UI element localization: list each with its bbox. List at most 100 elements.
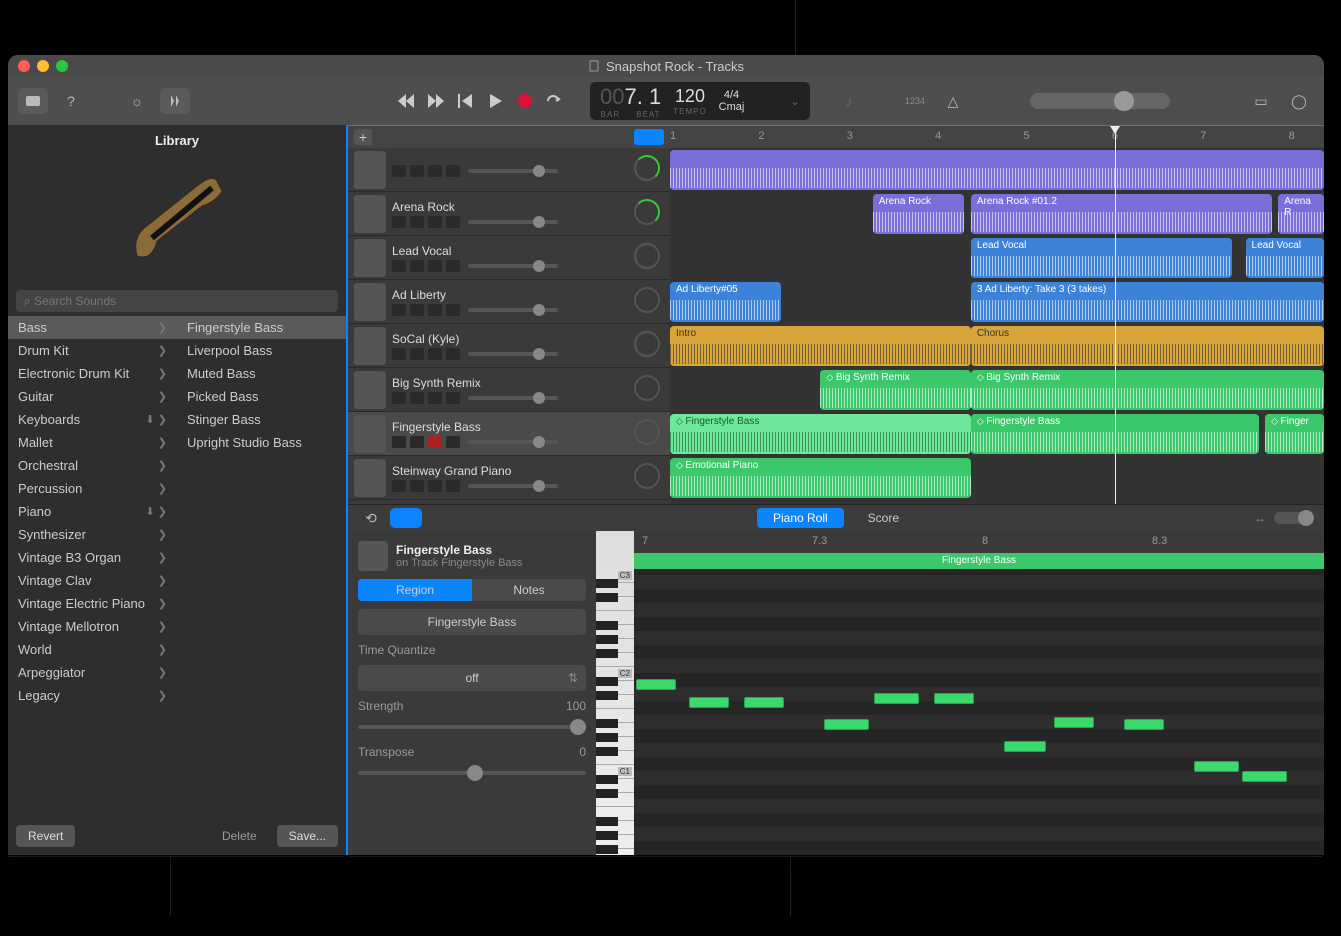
solo-button[interactable] [410,436,424,448]
horizontal-zoom-icon[interactable]: ↔ [1254,511,1266,525]
mute-button[interactable] [392,304,406,316]
mute-button[interactable] [392,348,406,360]
region[interactable]: Arena Rock [873,194,965,234]
midi-note[interactable] [1124,719,1164,730]
midi-note[interactable] [1004,741,1046,752]
library-category-vintage-clav[interactable]: Vintage Clav ❯ [8,569,177,592]
track-header-3[interactable]: Ad Liberty [348,280,670,324]
bar-ruler[interactable]: 12345678 [670,126,1324,148]
quick-help-button[interactable]: ? [56,88,86,114]
library-patch-stinger-bass[interactable]: Stinger Bass [177,408,346,431]
playhead[interactable] [1115,126,1116,504]
volume-slider[interactable] [468,484,558,488]
zoom-slider[interactable] [1274,512,1314,524]
pan-knob[interactable] [634,463,660,489]
midi-note[interactable] [689,697,729,708]
region[interactable]: ◇ Emotional Piano [670,458,971,498]
pan-knob[interactable] [634,155,660,181]
region[interactable]: ◇ Big Synth Remix [820,370,970,410]
record-button[interactable] [518,94,532,108]
volume-slider[interactable] [468,352,558,356]
library-category-arpeggiator[interactable]: Arpeggiator ❯ [8,661,177,684]
library-category-synthesizer[interactable]: Synthesizer ❯ [8,523,177,546]
library-patch-upright-studio-bass[interactable]: Upright Studio Bass [177,431,346,454]
input-monitor-button[interactable] [446,165,460,177]
region[interactable] [670,150,1324,190]
input-monitor-button[interactable] [446,304,460,316]
region[interactable]: ◇ Big Synth Remix [971,370,1324,410]
tab-score[interactable]: Score [852,508,915,528]
tuner-button[interactable]: ♪ [834,88,864,114]
volume-slider[interactable] [468,264,558,268]
record-enable-button[interactable] [428,436,442,448]
solo-button[interactable] [410,165,424,177]
solo-button[interactable] [410,304,424,316]
mute-button[interactable] [392,436,406,448]
record-enable-button[interactable] [428,260,442,272]
catch-button[interactable] [390,508,422,528]
midi-note[interactable] [824,719,869,730]
pan-knob[interactable] [634,199,660,225]
library-category-keyboards[interactable]: Keyboards⬇ ❯ [8,408,177,431]
track-header-5[interactable]: Big Synth Remix [348,368,670,412]
pan-knob[interactable] [634,419,660,445]
region[interactable]: Intro [670,326,971,366]
note-grid[interactable]: 77.388.3 Fingerstyle Bass [634,531,1324,855]
midi-note[interactable] [1054,717,1094,728]
piano-keyboard[interactable]: C3C2C1 [596,531,634,855]
revert-button[interactable]: Revert [16,825,75,847]
region[interactable]: ◇ Finger [1265,414,1324,454]
region[interactable]: Ad Liberty#05 [670,282,781,322]
region[interactable]: Lead Vocal [971,238,1233,278]
input-monitor-button[interactable] [446,480,460,492]
mute-button[interactable] [392,165,406,177]
mute-button[interactable] [392,480,406,492]
library-toggle-button[interactable] [18,88,48,114]
mute-button[interactable] [392,392,406,404]
quantize-select[interactable]: off⇅ [358,665,586,691]
library-category-drum-kit[interactable]: Drum Kit ❯ [8,339,177,362]
delete-button[interactable]: Delete [210,825,269,847]
count-in-button[interactable]: 1234 [900,88,930,114]
record-enable-button[interactable] [428,480,442,492]
volume-slider[interactable] [468,308,558,312]
catch-playhead-button[interactable] [634,129,664,145]
arrangement-timeline[interactable]: 12345678 Arena RockArena Rock #01.2Arena… [670,126,1324,504]
region[interactable]: 3 Ad Liberty: Take 3 (3 takes) [971,282,1324,322]
notepad-button[interactable]: ▭ [1246,88,1276,114]
library-category-piano[interactable]: Piano⬇ ❯ [8,500,177,523]
mute-button[interactable] [392,216,406,228]
track-header-2[interactable]: Lead Vocal [348,236,670,280]
midi-note[interactable] [934,693,974,704]
solo-button[interactable] [410,216,424,228]
record-enable-button[interactable] [428,304,442,316]
mute-button[interactable] [392,260,406,272]
go-to-beginning-button[interactable] [458,94,474,108]
loop-browser-button[interactable]: ◯ [1284,88,1314,114]
save-button[interactable]: Save... [277,825,338,847]
library-patch-picked-bass[interactable]: Picked Bass [177,385,346,408]
midi-note[interactable] [636,679,676,690]
fullscreen-button[interactable] [56,60,68,72]
smart-controls-button[interactable]: ☼ [122,88,152,114]
lcd-display[interactable]: 007. 1 BAR BEAT 120 TEMPO 4/4 Cmaj ⌄ [590,82,810,120]
cycle-button[interactable] [546,94,562,108]
volume-slider[interactable] [468,169,558,173]
track-header-7[interactable]: Steinway Grand Piano [348,456,670,500]
library-category-mallet[interactable]: Mallet ❯ [8,431,177,454]
region[interactable]: Chorus [971,326,1324,366]
library-patch-fingerstyle-bass[interactable]: Fingerstyle Bass [177,316,346,339]
volume-slider[interactable] [468,396,558,400]
record-enable-button[interactable] [428,348,442,360]
record-enable-button[interactable] [428,392,442,404]
track-header-0[interactable] [348,148,670,192]
library-category-vintage-electric-piano[interactable]: Vintage Electric Piano ❯ [8,592,177,615]
region[interactable]: Lead Vocal [1246,238,1324,278]
midi-note[interactable] [874,693,919,704]
input-monitor-button[interactable] [446,216,460,228]
solo-button[interactable] [410,260,424,272]
library-category-orchestral[interactable]: Orchestral ❯ [8,454,177,477]
editors-button[interactable] [160,88,190,114]
master-volume-slider[interactable] [1030,93,1170,109]
link-button[interactable]: ⟲ [358,508,384,528]
